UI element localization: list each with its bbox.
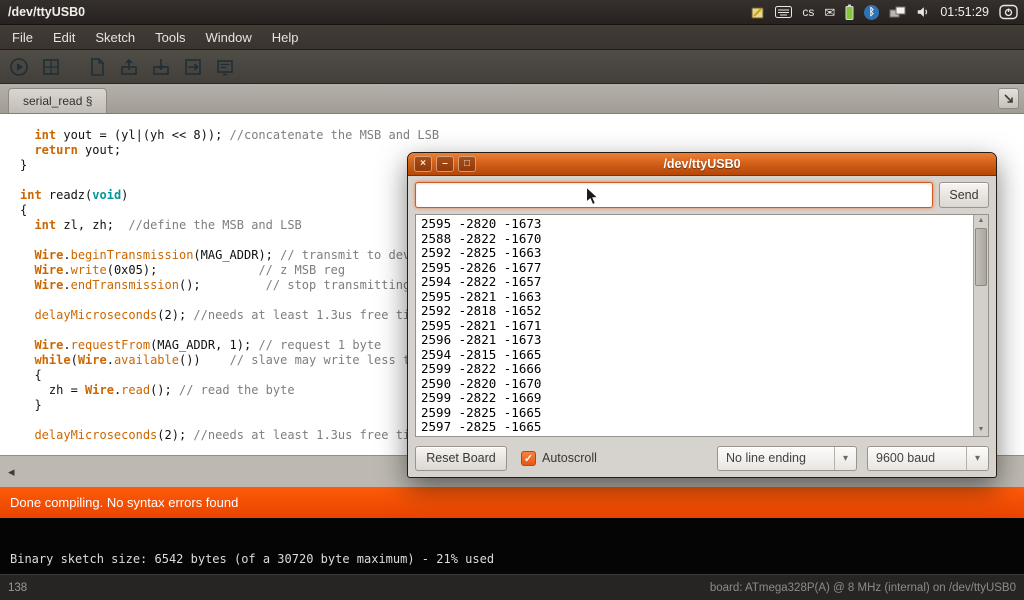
stop-button[interactable] (38, 54, 64, 80)
checkmark-icon: ✓ (524, 452, 533, 465)
serial-output[interactable]: 2595 -2820 -16732588 -2822 -16702592 -28… (415, 214, 989, 437)
verify-button[interactable] (6, 54, 32, 80)
serial-line: 2595 -2820 -1673 (421, 217, 971, 232)
stop-icon (40, 56, 62, 78)
new-sketch-icon (86, 56, 108, 78)
session-menu-icon[interactable] (999, 4, 1018, 20)
menu-tools[interactable]: Tools (145, 25, 195, 50)
scrollbar-up-icon[interactable]: ▲ (974, 215, 988, 227)
menu-window[interactable]: Window (195, 25, 261, 50)
serial-output-text: 2595 -2820 -16732588 -2822 -16702592 -28… (421, 217, 971, 436)
keyboard-layout-indicator[interactable]: cs (802, 5, 814, 19)
tab-menu-arrow-icon (1002, 92, 1015, 105)
serial-line: 2595 -2826 -1677 (421, 261, 971, 276)
menubar: FileEditSketchToolsWindowHelp (0, 25, 1024, 50)
scrollbar-thumb[interactable] (975, 228, 987, 286)
serial-line: 2592 -2825 -1663 (421, 246, 971, 261)
serial-line: 2588 -2822 -1670 (421, 232, 971, 247)
cursor-line-number: 138 (8, 582, 27, 594)
baud-rate-arrow-icon[interactable]: ▾ (966, 447, 988, 470)
serial-input[interactable] (415, 182, 933, 208)
autoscroll-label: Autoscroll (542, 451, 597, 465)
mouse-cursor (584, 186, 600, 212)
menubar-items: FileEditSketchToolsWindowHelp (2, 25, 308, 50)
upload-icon (182, 56, 204, 78)
window-buttons: × – □ (414, 156, 476, 172)
compile-status-bar: Done compiling. No syntax errors found (0, 487, 1024, 518)
baud-rate-dropdown[interactable]: 9600 baud ▾ (867, 446, 989, 471)
top-panel: /dev/ttyUSB0 cs ✉ ᛒ (0, 0, 1024, 25)
serial-line: 2596 -2821 -1673 (421, 333, 971, 348)
status-message: Done compiling. No syntax errors found (10, 495, 238, 510)
open-button[interactable] (116, 54, 142, 80)
serial-monitor-titlebar[interactable]: /dev/ttyUSB0 × – □ (408, 153, 996, 176)
serial-line: 2599 -2822 -1666 (421, 362, 971, 377)
console-output: Binary sketch size: 6542 bytes (of a 307… (0, 518, 1024, 574)
serial-line: 2595 -2821 -1671 (421, 319, 971, 334)
baud-rate-value: 9600 baud (868, 451, 966, 465)
serial-line: 2595 -2821 -1663 (421, 290, 971, 305)
keyboard-icon[interactable] (775, 6, 792, 18)
tab-serial-read[interactable]: serial_read § (8, 88, 107, 113)
serial-monitor-title: /dev/ttyUSB0 (408, 157, 996, 171)
serial-monitor-window: /dev/ttyUSB0 × – □ Send 2595 -2820 -1673… (407, 152, 997, 478)
screen: /dev/ttyUSB0 cs ✉ ᛒ (0, 0, 1024, 600)
bluetooth-icon[interactable]: ᛒ (864, 5, 879, 20)
new-button[interactable] (84, 54, 110, 80)
line-ending-arrow-icon[interactable]: ▾ (834, 447, 856, 470)
send-button[interactable]: Send (939, 182, 989, 208)
scrollbar-down-icon[interactable]: ▼ (974, 424, 988, 436)
toolbar (0, 50, 1024, 84)
verify-icon (8, 56, 30, 78)
mail-icon[interactable]: ✉ (824, 6, 835, 19)
serial-line: 2590 -2820 -1670 (421, 377, 971, 392)
tab-strip: serial_read § (0, 84, 1024, 114)
open-icon (118, 56, 140, 78)
line-ending-value: No line ending (718, 451, 834, 465)
tab-menu-button[interactable] (998, 88, 1019, 109)
upload-button[interactable] (180, 54, 206, 80)
system-tray: cs ✉ ᛒ 01:51:29 (750, 4, 1024, 20)
serial-line: 2594 -2815 -1665 (421, 348, 971, 363)
menu-file[interactable]: File (2, 25, 43, 50)
menu-help[interactable]: Help (262, 25, 309, 50)
save-button[interactable] (148, 54, 174, 80)
panel-clock[interactable]: 01:51:29 (940, 5, 989, 19)
serial-line: 2594 -2822 -1657 (421, 275, 971, 290)
close-icon: × (420, 158, 426, 169)
serial-line: 2592 -2818 -1652 (421, 304, 971, 319)
serial-line: 2599 -2825 -1665 (421, 406, 971, 421)
minimize-icon: – (442, 158, 448, 169)
scroll-left-arrow-icon[interactable]: ◂ (8, 464, 15, 480)
panel-window-title: /dev/ttyUSB0 (8, 5, 85, 19)
serial-monitor-icon (214, 56, 236, 78)
serial-scrollbar[interactable]: ▲ ▼ (973, 215, 988, 436)
menu-edit[interactable]: Edit (43, 25, 85, 50)
menu-sketch[interactable]: Sketch (85, 25, 145, 50)
board-info: board: ATmega328P(A) @ 8 MHz (internal) … (710, 582, 1016, 594)
network-icon[interactable] (889, 6, 906, 19)
serial-line: 2599 -2822 -1669 (421, 391, 971, 406)
serial-input-row: Send (415, 182, 989, 208)
reset-board-button[interactable]: Reset Board (415, 446, 507, 471)
code-line: int yout = (yl|(yh << 8)); //concatenate… (20, 128, 1024, 143)
serial-line: 2596 -2819 -1675 (421, 435, 971, 437)
maximize-icon: □ (464, 158, 470, 169)
line-ending-dropdown[interactable]: No line ending ▾ (717, 446, 857, 471)
battery-icon[interactable] (845, 4, 854, 20)
serial-monitor-controls: Reset Board ✓ Autoscroll No line ending … (408, 439, 996, 477)
serial-monitor-button[interactable] (212, 54, 238, 80)
notes-icon[interactable] (750, 5, 765, 20)
serial-line: 2597 -2825 -1665 (421, 420, 971, 435)
maximize-button[interactable]: □ (458, 156, 476, 172)
volume-icon[interactable] (916, 5, 930, 19)
status-footer: 138 board: ATmega328P(A) @ 8 MHz (intern… (0, 574, 1024, 600)
minimize-button[interactable]: – (436, 156, 454, 172)
close-button[interactable]: × (414, 156, 432, 172)
save-icon (150, 56, 172, 78)
autoscroll-checkbox[interactable]: ✓ (521, 451, 536, 466)
console-text: Binary sketch size: 6542 bytes (of a 307… (10, 552, 494, 566)
